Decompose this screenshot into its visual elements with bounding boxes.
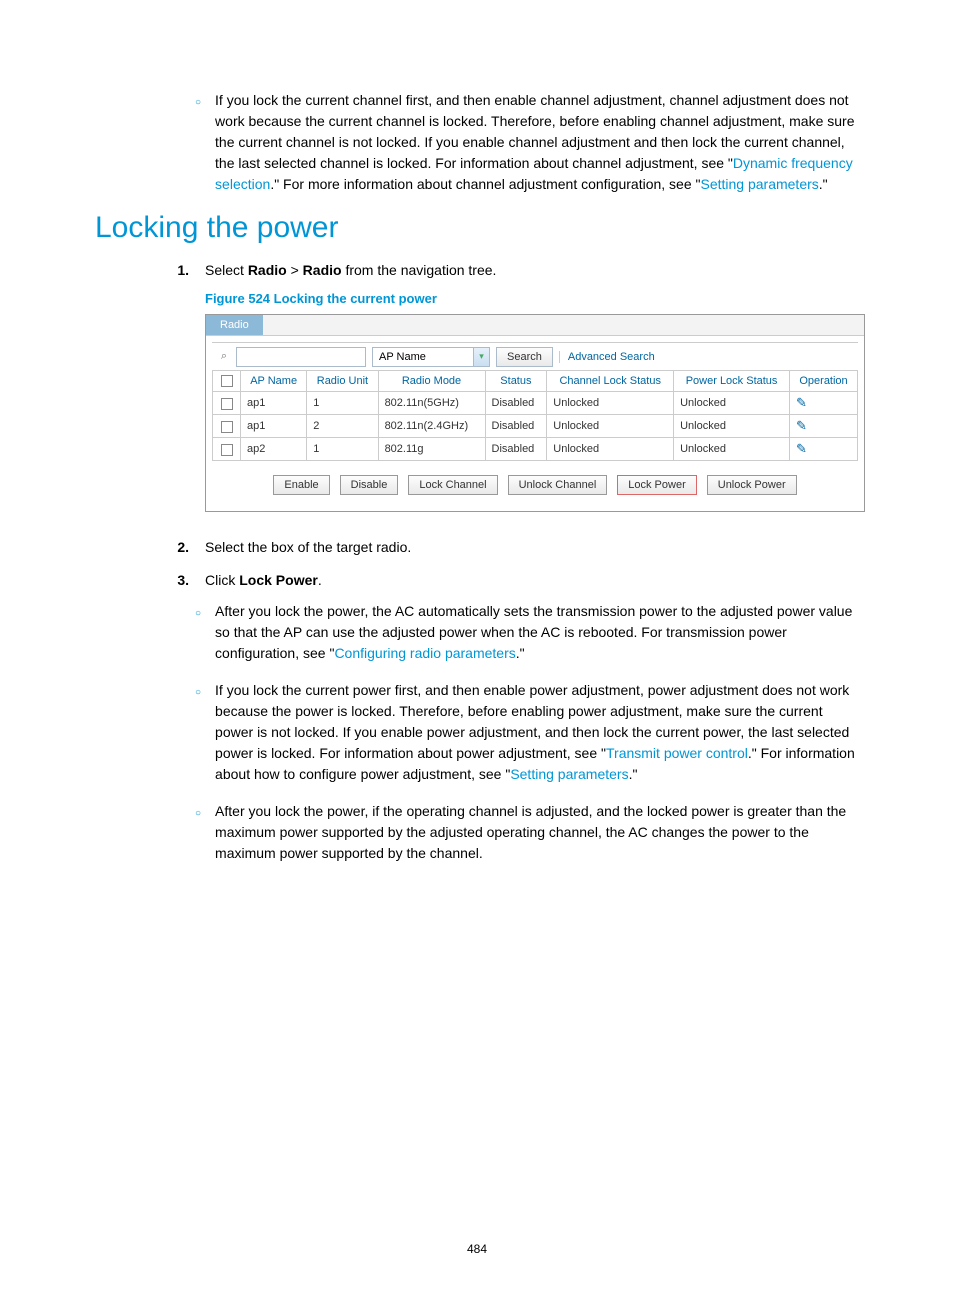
radio-table: AP Name Radio Unit Radio Mode Status Cha… bbox=[212, 370, 858, 461]
bullet-icon: ○ bbox=[195, 606, 201, 664]
unlock-power-button[interactable]: Unlock Power bbox=[707, 475, 797, 495]
page-title: Locking the power bbox=[95, 211, 859, 245]
cell-pwlock: Unlocked bbox=[674, 438, 790, 461]
bullet-text: After you lock the power, the AC automat… bbox=[215, 601, 859, 664]
operation-icon[interactable]: ✎ bbox=[796, 395, 807, 410]
cell-op: ✎ bbox=[790, 438, 858, 461]
step-number: 1. bbox=[155, 259, 189, 281]
col-apname[interactable]: AP Name bbox=[241, 371, 307, 392]
col-op[interactable]: Operation bbox=[790, 371, 858, 392]
row-checkbox[interactable] bbox=[221, 421, 233, 433]
table-row: ap1 2 802.11n(2.4GHz) Disabled Unlocked … bbox=[213, 415, 858, 438]
cell-pwlock: Unlocked bbox=[674, 415, 790, 438]
cell-mode: 802.11g bbox=[378, 438, 485, 461]
link-config-radio-params[interactable]: Configuring radio parameters bbox=[334, 645, 515, 661]
bullet-icon: ○ bbox=[195, 95, 201, 195]
disable-button[interactable]: Disable bbox=[340, 475, 399, 495]
lock-power-button[interactable]: Lock Power bbox=[617, 475, 696, 495]
chevron-down-icon: ▾ bbox=[473, 348, 489, 366]
page-number: 484 bbox=[0, 1242, 954, 1256]
enable-button[interactable]: Enable bbox=[273, 475, 329, 495]
search-icon: ⌕ bbox=[212, 350, 236, 363]
search-input[interactable] bbox=[236, 347, 366, 367]
cell-mode: 802.11n(2.4GHz) bbox=[378, 415, 485, 438]
sub-bullet-3: ○ After you lock the power, if the opera… bbox=[195, 801, 859, 864]
header-checkbox[interactable] bbox=[213, 371, 241, 392]
col-mode[interactable]: Radio Mode bbox=[378, 371, 485, 392]
search-button[interactable]: Search bbox=[496, 347, 553, 367]
tabbar-spacer bbox=[263, 315, 864, 335]
sub-bullet-1: ○ After you lock the power, the AC autom… bbox=[195, 601, 859, 664]
tab-radio[interactable]: Radio bbox=[206, 315, 263, 335]
col-chlock[interactable]: Channel Lock Status bbox=[547, 371, 674, 392]
col-status[interactable]: Status bbox=[485, 371, 547, 392]
cell-mode: 802.11n(5GHz) bbox=[378, 392, 485, 415]
cell-status: Disabled bbox=[485, 438, 547, 461]
sub-bullet-2: ○ If you lock the current power first, a… bbox=[195, 680, 859, 785]
advanced-search-link[interactable]: Advanced Search bbox=[559, 351, 655, 363]
figure-caption: Figure 524 Locking the current power bbox=[205, 291, 859, 306]
col-pwlock[interactable]: Power Lock Status bbox=[674, 371, 790, 392]
step-number: 2. bbox=[155, 536, 189, 558]
row-checkbox[interactable] bbox=[221, 444, 233, 456]
col-unit[interactable]: Radio Unit bbox=[307, 371, 378, 392]
bullet-icon: ○ bbox=[195, 685, 201, 785]
step-text: Select the box of the target radio. bbox=[205, 536, 411, 558]
step-2: 2. Select the box of the target radio. bbox=[155, 536, 859, 558]
lock-channel-button[interactable]: Lock Channel bbox=[408, 475, 497, 495]
operation-icon[interactable]: ✎ bbox=[796, 441, 807, 456]
cell-apname: ap1 bbox=[241, 415, 307, 438]
step-number: 3. bbox=[155, 569, 189, 591]
step-text: Select Radio > Radio from the navigation… bbox=[205, 259, 496, 281]
step-3: 3. Click Lock Power. bbox=[155, 569, 859, 591]
table-row: ap2 1 802.11g Disabled Unlocked Unlocked… bbox=[213, 438, 858, 461]
dropdown-label: AP Name bbox=[373, 351, 473, 363]
intro-text: If you lock the current channel first, a… bbox=[215, 90, 859, 195]
cell-unit: 1 bbox=[307, 438, 378, 461]
cell-unit: 1 bbox=[307, 392, 378, 415]
cell-chlock: Unlocked bbox=[547, 392, 674, 415]
operation-icon[interactable]: ✎ bbox=[796, 418, 807, 433]
table-row: ap1 1 802.11n(5GHz) Disabled Unlocked Un… bbox=[213, 392, 858, 415]
step-1: 1. Select Radio > Radio from the navigat… bbox=[155, 259, 859, 281]
intro-bullet: ○ If you lock the current channel first,… bbox=[195, 90, 859, 195]
link-transmit-power-control[interactable]: Transmit power control bbox=[606, 745, 748, 761]
link-setting-parameters[interactable]: Setting parameters bbox=[700, 176, 818, 192]
table-header-row: AP Name Radio Unit Radio Mode Status Cha… bbox=[213, 371, 858, 392]
cell-status: Disabled bbox=[485, 392, 547, 415]
bullet-text: If you lock the current power first, and… bbox=[215, 680, 859, 785]
row-checkbox[interactable] bbox=[221, 398, 233, 410]
cell-op: ✎ bbox=[790, 415, 858, 438]
cell-status: Disabled bbox=[485, 415, 547, 438]
cell-unit: 2 bbox=[307, 415, 378, 438]
bullet-icon: ○ bbox=[195, 806, 201, 864]
link-setting-parameters-2[interactable]: Setting parameters bbox=[510, 766, 628, 782]
cell-apname: ap2 bbox=[241, 438, 307, 461]
cell-pwlock: Unlocked bbox=[674, 392, 790, 415]
cell-chlock: Unlocked bbox=[547, 415, 674, 438]
step-text: Click Lock Power. bbox=[205, 569, 322, 591]
cell-chlock: Unlocked bbox=[547, 438, 674, 461]
cell-op: ✎ bbox=[790, 392, 858, 415]
bullet-text: After you lock the power, if the operati… bbox=[215, 801, 859, 864]
unlock-channel-button[interactable]: Unlock Channel bbox=[508, 475, 608, 495]
figure-screenshot: Radio ⌕ AP Name ▾ Search Advanced Search… bbox=[205, 314, 865, 512]
filter-dropdown[interactable]: AP Name ▾ bbox=[372, 347, 490, 367]
cell-apname: ap1 bbox=[241, 392, 307, 415]
